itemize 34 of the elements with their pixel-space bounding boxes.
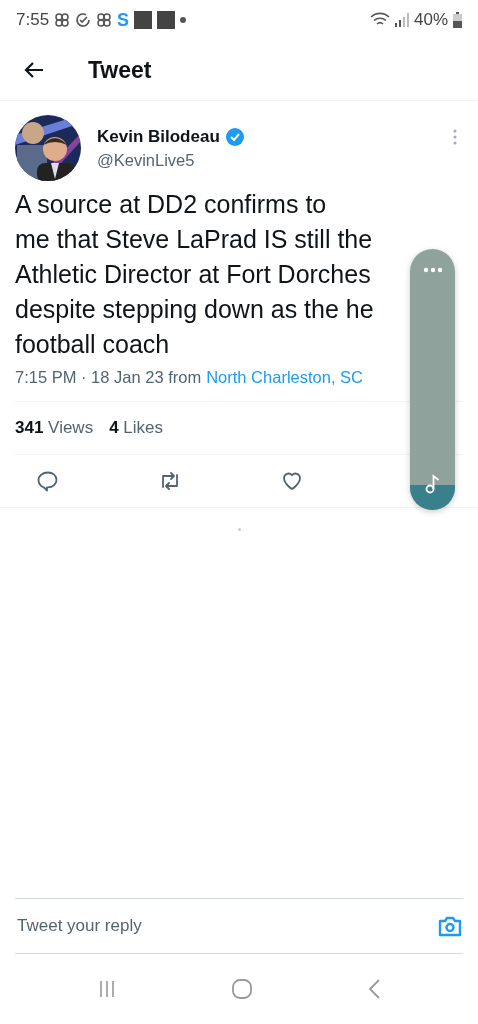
signal-icon — [394, 13, 409, 27]
tweet-text-line: me that Steve LaPrad IS still the — [15, 224, 373, 255]
page-title: Tweet — [88, 56, 152, 84]
tweet-text-line: A source at DD2 confirms to — [15, 189, 327, 220]
app-letter-icon: S — [117, 9, 130, 31]
music-note-icon — [424, 474, 441, 494]
author-handle: @KevinLive5 — [97, 151, 196, 170]
recent-apps-button[interactable] — [97, 979, 117, 999]
more-options-button[interactable] — [453, 129, 457, 145]
tweet-stat[interactable]: 341 Views — [15, 418, 94, 438]
app-tile-icon — [134, 11, 153, 29]
battery-percent: 40% — [413, 10, 448, 30]
speech-bubble-icon — [36, 469, 60, 493]
tweet-timestamp: 7:15 PM · 18 Jan 23 from — [15, 368, 202, 387]
back-nav-button[interactable] — [367, 978, 381, 1000]
more-options-icon — [422, 267, 443, 273]
author-name: Kevin Bilodeau — [97, 127, 220, 147]
check-circle-icon — [75, 12, 92, 28]
tweet-text-line: football coach — [15, 329, 170, 360]
wifi-icon — [369, 12, 390, 28]
battery-icon — [453, 12, 462, 28]
reply-field[interactable]: Tweet your reply — [15, 915, 437, 937]
pinwheel-icon — [96, 12, 113, 28]
tweet-stat[interactable]: 4 Likes — [109, 418, 164, 438]
reply-button[interactable] — [36, 469, 60, 493]
pinwheel-icon — [54, 12, 71, 28]
dot-icon — [180, 17, 187, 23]
tweet-text-line: despite stepping down as the he — [15, 294, 374, 325]
app-tile-icon — [157, 11, 176, 29]
tweet-text-line: Athletic Director at Fort Dorches — [15, 259, 371, 290]
camera-button[interactable] — [437, 914, 463, 938]
status-time: 7:55 — [16, 10, 50, 30]
home-button[interactable] — [231, 978, 253, 1000]
floating-panel[interactable] — [410, 249, 455, 510]
